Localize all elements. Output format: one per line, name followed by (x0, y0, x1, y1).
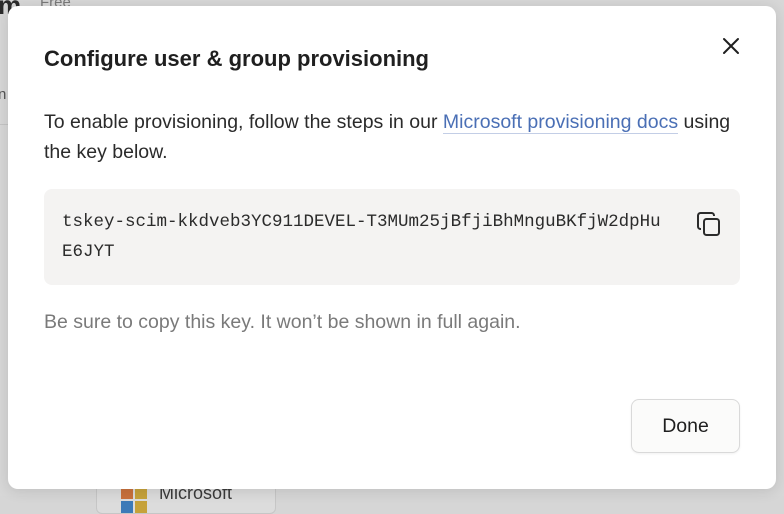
copy-warning-note: Be sure to copy this key. It won’t be sh… (44, 311, 521, 333)
copy-key-button[interactable] (692, 207, 726, 241)
scim-key-value: tskey-scim-kkdveb3YC911DEVEL-T3MUm25jBfj… (62, 212, 661, 262)
dialog-description: To enable provisioning, follow the steps… (44, 107, 734, 167)
microsoft-provisioning-docs-link[interactable]: Microsoft provisioning docs (442, 111, 679, 134)
done-button[interactable]: Done (631, 399, 740, 453)
microsoft-logo-icon (121, 487, 147, 513)
scim-key-box: tskey-scim-kkdveb3YC911DEVEL-T3MUm25jBfj… (44, 189, 740, 285)
copy-icon (697, 212, 720, 236)
provisioning-dialog: Configure user & group provisioning To e… (8, 6, 776, 489)
background-divider (0, 124, 8, 125)
description-text-before: To enable provisioning, follow the steps… (44, 111, 443, 133)
dialog-title: Configure user & group provisioning (44, 46, 429, 71)
close-icon (723, 38, 739, 54)
close-button[interactable] (716, 31, 746, 61)
background-left-fragment: n (0, 86, 7, 103)
